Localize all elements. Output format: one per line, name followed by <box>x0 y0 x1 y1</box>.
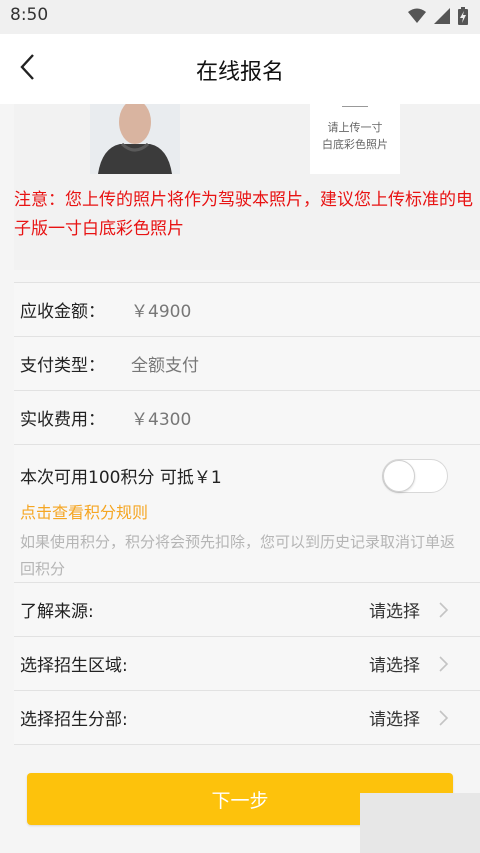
status-icons <box>408 7 468 29</box>
points-available-text: 本次可用100积分 可抵￥1 <box>20 468 222 488</box>
points-section: 本次可用100积分 可抵￥1 点击查看积分规则 如果使用积分，积分将会预先扣除，… <box>14 445 480 583</box>
select-label: 选择招生区域: <box>20 656 128 676</box>
fee-row-actual: 实收费用： ￥4300 <box>14 391 480 445</box>
user-photo[interactable] <box>90 104 180 174</box>
points-note: 如果使用积分，积分将会预先扣除，您可以到历史记录取消订单返回积分 <box>20 533 456 578</box>
select-label: 了解来源: <box>20 602 94 622</box>
wifi-icon <box>408 8 426 28</box>
toggle-knob <box>383 460 415 492</box>
chevron-right-icon <box>439 656 449 672</box>
points-toggle[interactable] <box>382 459 448 493</box>
chevron-right-icon <box>439 710 449 726</box>
select-branch[interactable]: 选择招生分部: 请选择 <box>14 691 480 745</box>
portrait-image <box>90 104 180 174</box>
status-time: 8:50 <box>10 5 49 25</box>
select-source[interactable]: 了解来源: 请选择 <box>14 583 480 637</box>
registration-form: 应收金额： ￥4900 支付类型： 全额支付 实收费用： ￥4300 本次可用1… <box>14 282 480 745</box>
fee-label: 支付类型： <box>20 356 105 376</box>
signal-icon <box>434 8 450 28</box>
photo-section: 请上传一寸 白底彩色照片 注意：您上传的照片将作为驾驶本照片，建议您上传标准的电… <box>14 104 480 270</box>
overlay-block <box>360 793 480 853</box>
select-value: 请选择 <box>369 710 420 730</box>
chevron-right-icon <box>439 602 449 618</box>
fee-value: ￥4300 <box>131 410 192 430</box>
upload-hint-line2: 白底彩色照片 <box>322 138 388 151</box>
battery-charging-icon <box>458 7 468 29</box>
fee-row-due: 应收金额： ￥4900 <box>14 283 480 337</box>
select-region[interactable]: 选择招生区域: 请选择 <box>14 637 480 691</box>
select-value: 请选择 <box>369 602 420 622</box>
fee-row-payment-type: 支付类型： 全额支付 <box>14 337 480 391</box>
page-title: 在线报名 <box>195 60 284 85</box>
fee-value: 全额支付 <box>131 356 199 376</box>
photo-notice: 注意：您上传的照片将作为驾驶本照片，建议您上传标准的电子版一寸白底彩色照片 <box>14 190 473 239</box>
points-rules-link[interactable]: 点击查看积分规则 <box>20 499 148 523</box>
select-value: 请选择 <box>369 656 420 676</box>
upload-divider <box>342 106 368 107</box>
fee-label: 实收费用： <box>20 410 105 430</box>
status-bar: 8:50 <box>0 0 480 34</box>
header: 在线报名 <box>0 34 480 104</box>
fee-label: 应收金额： <box>20 302 105 322</box>
photo-upload-button[interactable]: 请上传一寸 白底彩色照片 <box>310 104 400 174</box>
upload-hint-line1: 请上传一寸 <box>327 121 383 134</box>
select-label: 选择招生分部: <box>20 710 128 730</box>
fee-value: ￥4900 <box>131 302 192 322</box>
